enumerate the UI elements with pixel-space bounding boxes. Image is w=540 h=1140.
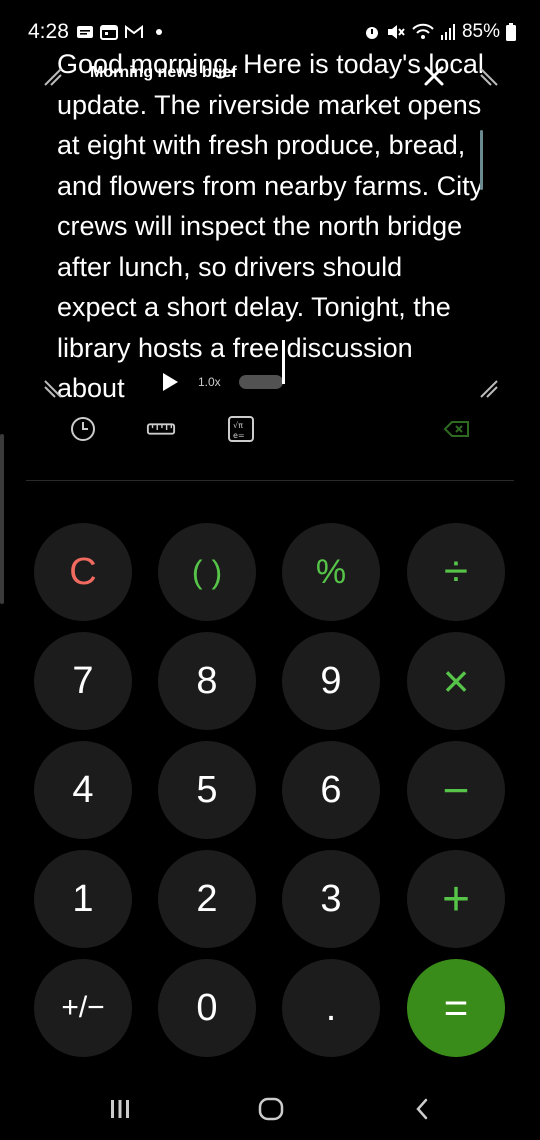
recent-apps-icon (111, 1100, 129, 1118)
more-notifications-dot (156, 29, 162, 35)
clear-button[interactable]: C (34, 523, 132, 621)
edge-panel-handle[interactable] (0, 434, 4, 604)
close-icon[interactable] (418, 60, 450, 92)
status-time: 4:28 (28, 20, 69, 43)
home-button[interactable] (251, 1094, 291, 1124)
alarm-icon (365, 27, 378, 39)
plus-button[interactable]: + (407, 850, 505, 948)
caption-title: Morning news brief (90, 64, 237, 81)
svg-text:e=: e= (233, 431, 245, 440)
gmail-icon (125, 25, 143, 38)
digit-4-button[interactable]: 4 (34, 741, 132, 839)
digit-5-button[interactable]: 5 (158, 741, 256, 839)
wifi-icon (412, 23, 434, 39)
caption-scrollbar[interactable] (480, 130, 483, 190)
digit-3-button[interactable]: 3 (282, 850, 380, 948)
mute-icon (387, 25, 405, 39)
minus-button[interactable]: − (407, 741, 505, 839)
progress-pill[interactable] (238, 375, 283, 389)
ruler-icon (146, 423, 176, 435)
svg-text:√π: √π (233, 421, 243, 430)
digit-8-button[interactable]: 8 (158, 632, 256, 730)
notification-icons (76, 23, 162, 41)
player-controls: 1.0x (160, 368, 283, 396)
resize-handle-icon[interactable] (42, 66, 64, 88)
history-button[interactable] (68, 414, 98, 444)
digit-7-button[interactable]: 7 (34, 632, 132, 730)
negate-button[interactable]: +/− (34, 959, 132, 1057)
backspace-button[interactable] (442, 414, 472, 444)
digit-0-button[interactable]: 0 (158, 959, 256, 1057)
keypad: C ( ) % ÷ 7 8 9 × 4 5 6 − 1 2 3 + +/− 0 … (34, 523, 506, 1063)
history-icon (71, 417, 95, 441)
multiply-button[interactable]: × (407, 632, 505, 730)
display-divider (26, 480, 514, 481)
divide-button[interactable]: ÷ (407, 523, 505, 621)
resize-handle-icon[interactable] (478, 66, 500, 88)
backspace-icon (443, 421, 469, 437)
home-icon (258, 1097, 284, 1121)
percent-button[interactable]: % (282, 523, 380, 621)
text-cursor (282, 340, 285, 384)
battery-percent: 85% (461, 21, 500, 42)
digit-1-button[interactable]: 1 (34, 850, 132, 948)
caption-text: Good morning. Here is today's local upda… (57, 49, 484, 403)
play-icon[interactable] (160, 371, 180, 393)
scientific-mode-button[interactable]: √π e= (226, 414, 256, 444)
digit-9-button[interactable]: 9 (282, 632, 380, 730)
calendar-icon (100, 25, 118, 40)
recent-apps-button[interactable] (100, 1094, 140, 1124)
decimal-button[interactable]: . (282, 959, 380, 1057)
unit-converter-button[interactable] (146, 414, 176, 444)
resize-handle-icon[interactable] (42, 378, 64, 400)
back-button[interactable] (402, 1094, 442, 1124)
message-icon (77, 26, 93, 38)
tool-row: √π e= (0, 408, 540, 448)
back-icon (416, 1098, 428, 1120)
digit-6-button[interactable]: 6 (282, 741, 380, 839)
parentheses-button[interactable]: ( ) (158, 523, 256, 621)
navigation-bar (0, 1080, 540, 1140)
system-icons: 85% (364, 21, 516, 43)
scientific-icon: √πe= (228, 416, 254, 442)
resize-handle-icon[interactable] (478, 378, 500, 400)
digit-2-button[interactable]: 2 (158, 850, 256, 948)
battery-icon (506, 23, 516, 41)
speed-label[interactable]: 1.0x (198, 375, 221, 389)
equals-button[interactable]: = (407, 959, 505, 1057)
signal-icon (440, 24, 455, 40)
